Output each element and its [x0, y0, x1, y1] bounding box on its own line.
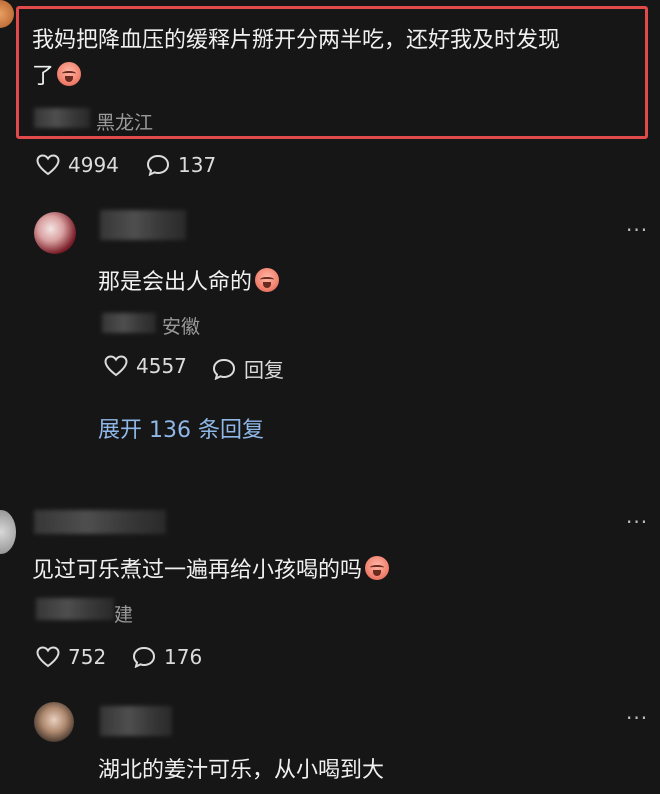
comment-1-reply-button[interactable]: 137	[146, 153, 216, 177]
comment-4-text: 湖北的姜汁可乐，从小喝到大	[98, 758, 385, 783]
comment-3-like-count: 752	[68, 645, 107, 669]
crying-face-emoji-icon	[365, 556, 390, 580]
comment-1-text-line1: 我妈把降血压的缓释片掰开分两半吃，还好我及时发现	[32, 28, 561, 53]
avatar[interactable]	[34, 702, 74, 742]
comment-1-reply-count: 137	[178, 153, 217, 177]
username-blurred[interactable]	[102, 313, 156, 333]
crying-face-emoji-icon	[57, 62, 82, 86]
comment-3-text-content: 见过可乐煮过一遍再给小孩喝的吗	[32, 558, 363, 583]
comment-1-like-count: 4994	[68, 153, 119, 177]
username-blurred[interactable]	[34, 108, 90, 128]
comment-1-text-line2: 了	[32, 58, 82, 90]
comment-2-text-content: 那是会出人命的	[98, 270, 253, 295]
username-blurred[interactable]	[100, 210, 186, 240]
comment-1-like-button[interactable]: 4994	[36, 153, 119, 177]
comment-2-reply-button[interactable]: 回复	[212, 354, 284, 383]
username-blurred[interactable]	[100, 706, 172, 736]
expand-replies-link[interactable]: 展开 136 条回复	[98, 412, 264, 444]
heart-icon	[104, 355, 128, 377]
more-options-icon[interactable]: ···	[626, 510, 648, 534]
comment-2-location: 安徽	[162, 316, 201, 338]
comment-bubble-icon	[146, 154, 170, 176]
comment-3-reply-count: 176	[164, 645, 203, 669]
heart-icon	[36, 154, 60, 176]
comment-2-like-button[interactable]: 4557	[104, 354, 187, 378]
avatar[interactable]	[34, 212, 76, 254]
comment-3-like-button[interactable]: 752	[36, 645, 106, 669]
username-blurred[interactable]	[36, 598, 114, 620]
comment-bubble-icon	[132, 646, 156, 668]
comment-1-location: 黑龙江	[96, 112, 154, 134]
comment-2-text: 那是会出人命的	[98, 264, 280, 296]
comment-3-text: 见过可乐煮过一遍再给小孩喝的吗	[32, 552, 390, 584]
crying-face-emoji-icon	[255, 268, 280, 292]
more-options-icon[interactable]: ···	[626, 218, 648, 242]
comment-1-text-tail: 了	[32, 64, 55, 89]
comment-3-location: 建	[114, 604, 134, 626]
heart-icon	[36, 646, 60, 668]
avatar[interactable]	[0, 510, 16, 554]
comment-3-reply-button[interactable]: 176	[132, 645, 202, 669]
comment-bubble-icon	[212, 358, 236, 380]
username-blurred[interactable]	[34, 510, 166, 534]
comment-2-like-count: 4557	[136, 354, 187, 378]
more-options-icon[interactable]: ···	[626, 706, 648, 730]
avatar[interactable]	[0, 0, 14, 28]
comment-2-reply-label: 回复	[244, 358, 284, 382]
